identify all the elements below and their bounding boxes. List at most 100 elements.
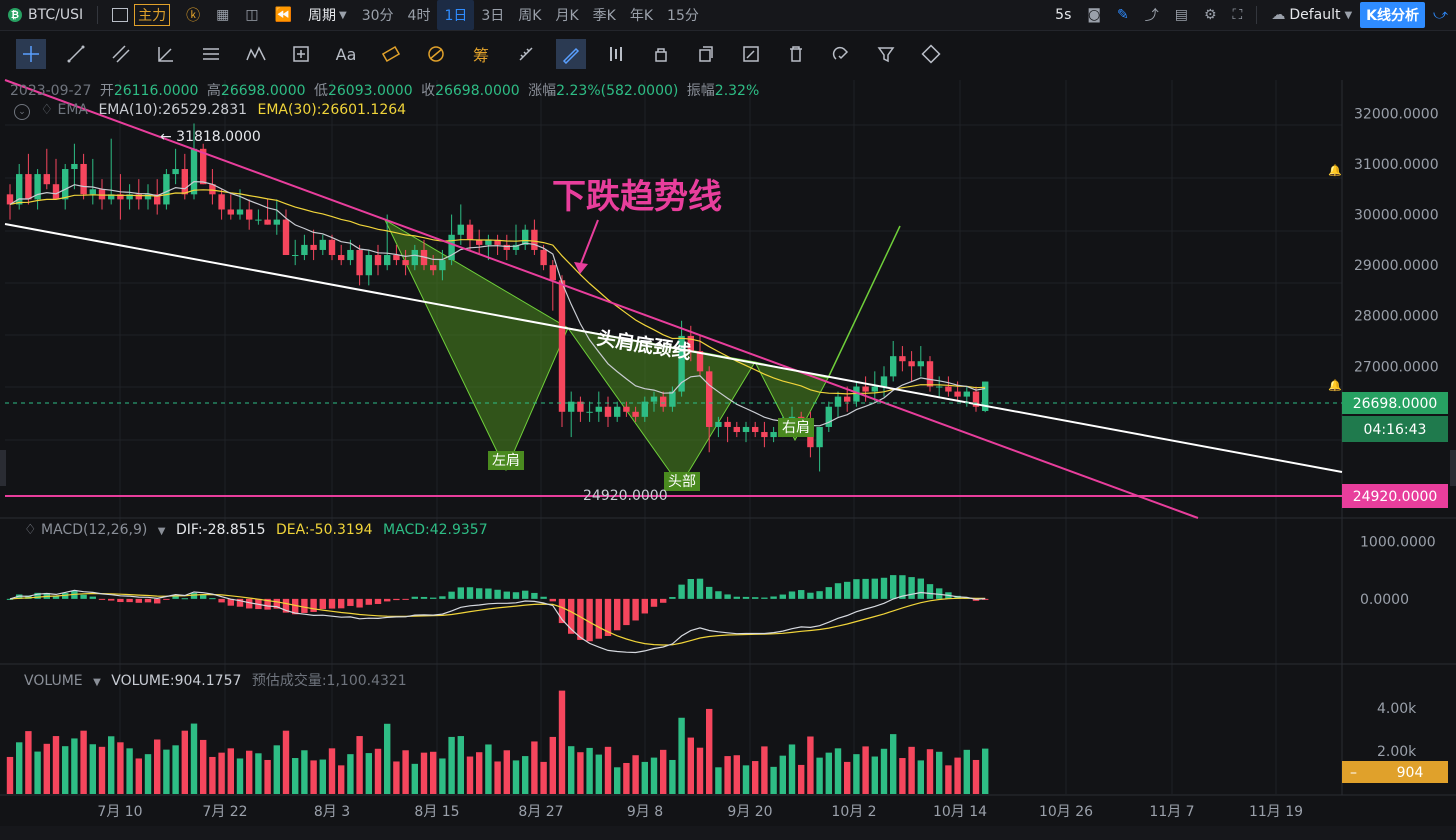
crosshair-icon[interactable] [16, 39, 46, 69]
chart-area[interactable]: 32000.0000 31000.0000 30000.0000 29000.0000… [0, 76, 1456, 826]
high-value: 26698.0000 [220, 83, 306, 99]
x-tick-label: 11月 7 [1149, 804, 1194, 820]
fullscreen-icon[interactable]: ⛶ [1225, 0, 1251, 30]
magnet-icon[interactable] [826, 39, 856, 69]
candle-body [384, 255, 391, 266]
bell-icon: 🔔 [1328, 379, 1342, 392]
gear-icon[interactable]: ⚙ [1196, 0, 1225, 30]
volume-bar [788, 744, 796, 794]
volume-bar [669, 759, 676, 794]
trend-line-icon[interactable] [61, 39, 91, 69]
copy-icon[interactable] [691, 39, 721, 69]
alarm-icon[interactable]: ♢ [24, 522, 37, 538]
macd-bar [595, 598, 602, 639]
macd-bar [338, 598, 345, 609]
volume-bar [963, 749, 970, 794]
calendar-icon[interactable]: ▦ [208, 0, 237, 30]
macd-name[interactable]: MACD(12,26,9) [41, 522, 147, 538]
filter-icon[interactable] [871, 39, 901, 69]
volume-bar [374, 748, 382, 794]
fib-icon[interactable] [376, 39, 406, 69]
pen-icon[interactable]: ✎ [1109, 0, 1137, 30]
open-value: 26116.0000 [113, 83, 199, 99]
interval-tab[interactable]: 30分 [355, 0, 401, 30]
candle-body [945, 386, 952, 392]
brush-icon[interactable] [556, 39, 586, 69]
macd-bar [476, 588, 483, 599]
macd-bar [798, 590, 805, 599]
right-scroll-handle[interactable] [1450, 450, 1456, 486]
macd-bar [430, 597, 437, 599]
interval-tab[interactable]: 月K [548, 0, 585, 30]
interval-tab[interactable]: 3日 [474, 0, 511, 30]
macd-bar [172, 596, 179, 599]
lock-icon[interactable] [646, 39, 676, 69]
layout-icon[interactable]: ◫ [237, 0, 266, 30]
alarm-icon[interactable]: ♢ [40, 102, 53, 118]
chevron-down-icon[interactable]: ▼ [158, 526, 166, 537]
refresh-rate[interactable]: 5s [1047, 0, 1079, 30]
text-tool-icon[interactable]: Aa [331, 39, 361, 69]
chevron-down-icon[interactable]: ▼ [93, 677, 101, 688]
collapse-icon[interactable]: ⌄ [14, 104, 30, 120]
volume-bar [172, 745, 179, 794]
volume-name[interactable]: VOLUME [24, 673, 83, 689]
interval-tab[interactable]: 15分 [660, 0, 706, 30]
indicator-settings-icon[interactable]: ▤ [1167, 0, 1196, 30]
volume-bar [52, 736, 60, 794]
period-dropdown[interactable]: 周期 ▼ [300, 0, 355, 30]
volume-bar [540, 761, 547, 794]
horizontal-lines-icon[interactable] [196, 39, 226, 69]
volume-bar [466, 756, 474, 794]
angle-icon[interactable] [151, 39, 181, 69]
share-icon[interactable]: ⤻ [1425, 0, 1456, 30]
macd-bar [319, 598, 326, 609]
volume-bar [834, 748, 842, 794]
volume-value: VOLUME:904.1757 [111, 673, 242, 689]
volume-bar [742, 765, 750, 794]
volume-bar [724, 756, 731, 794]
left-scroll-handle[interactable] [0, 450, 6, 486]
theme-dropdown[interactable]: ☁ Default ▼ [1263, 0, 1360, 30]
settings-icon[interactable] [916, 39, 946, 69]
edit-icon[interactable] [736, 39, 766, 69]
macd-value: MACD:42.9357 [383, 522, 488, 538]
volume-bar [880, 748, 888, 794]
interval-tab[interactable]: 季K [586, 0, 623, 30]
candle-body [816, 426, 823, 448]
parallel-lines-icon[interactable] [106, 39, 136, 69]
interval-tab[interactable]: 1日 [437, 0, 475, 30]
export-icon[interactable]: ⤴ [1137, 0, 1167, 30]
x-tick-label: 11月 19 [1249, 804, 1303, 820]
trash-icon[interactable] [781, 39, 811, 69]
ruler-icon[interactable] [511, 39, 541, 69]
volume-bar [926, 749, 934, 794]
x-tick-label: 10月 14 [933, 804, 987, 820]
fib-circle-icon[interactable] [421, 39, 451, 69]
volume-bar [328, 748, 336, 794]
kline-analysis-button[interactable]: K线分析 [1360, 2, 1426, 28]
chou-icon[interactable]: 筹 [466, 39, 496, 69]
volume-bar [595, 754, 602, 794]
volume-bar [430, 751, 437, 794]
pattern-icon[interactable] [241, 39, 271, 69]
symbol-selector[interactable]: ₿ BTC/USI [0, 0, 91, 30]
x-tick-label: 8月 27 [518, 804, 563, 820]
macd-bar [752, 597, 759, 599]
dea-value: DEA:-50.3194 [275, 522, 373, 538]
measure-icon[interactable] [286, 39, 316, 69]
interval-tab[interactable]: 年K [623, 0, 660, 30]
bars-icon[interactable] [601, 39, 631, 69]
rewind-icon[interactable]: ⏪ [267, 0, 300, 30]
candle-body [163, 174, 170, 205]
flash-icon[interactable]: ⓚ [178, 0, 208, 30]
ema-name[interactable]: EMA [57, 102, 88, 118]
interval-tab[interactable]: 4时 [401, 0, 438, 30]
indicator-button[interactable]: 主力 [104, 0, 178, 30]
volume-bar [264, 759, 271, 794]
interval-tab[interactable]: 周K [511, 0, 548, 30]
dif-value: DIF:-28.8515 [175, 522, 266, 538]
downtrend-title: 下跌趋势线 [552, 177, 722, 217]
macd-bar [356, 598, 363, 608]
camera-icon[interactable]: ◙ [1079, 0, 1109, 30]
